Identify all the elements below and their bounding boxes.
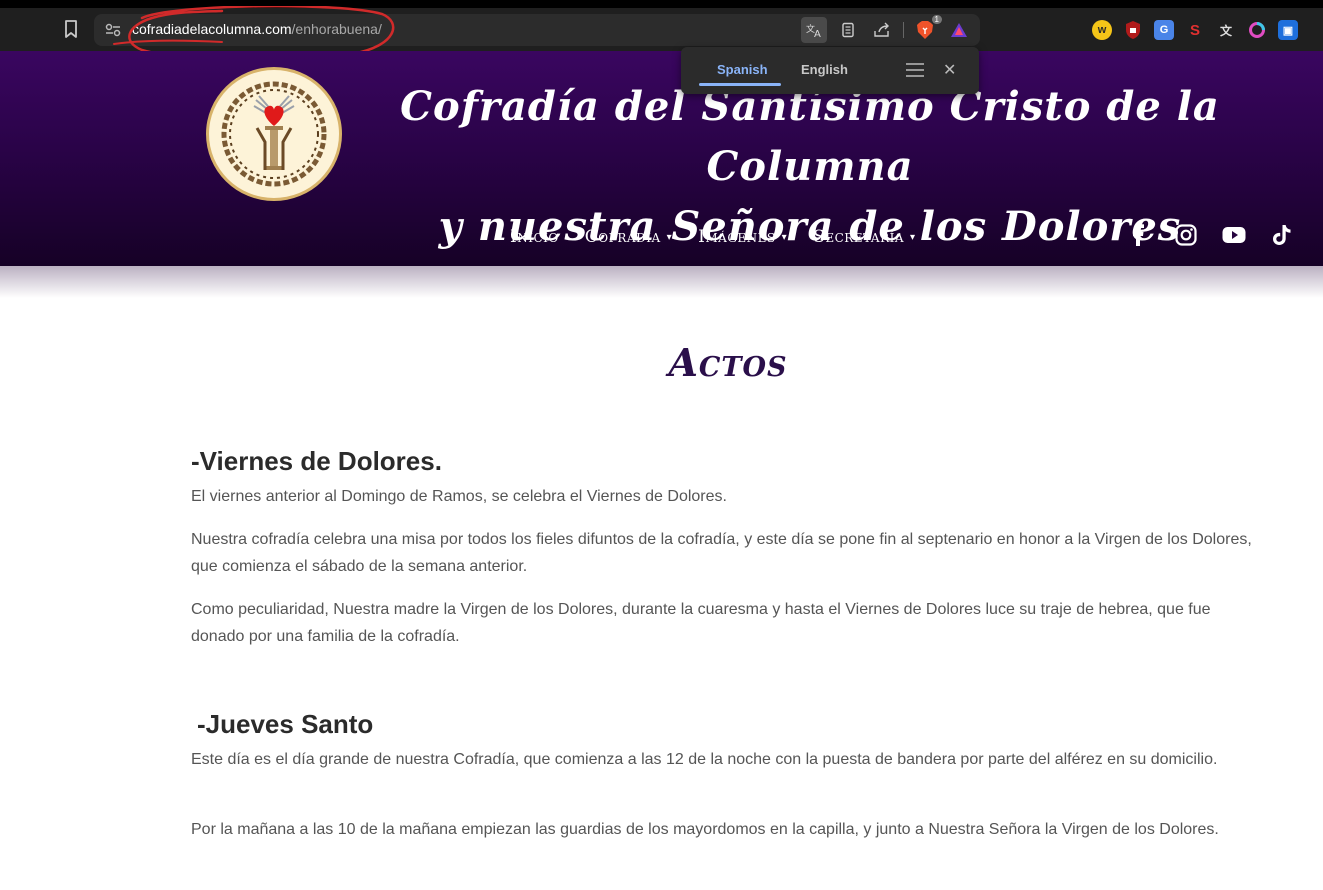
url-path: /enhorabuena/ [291, 21, 382, 37]
reader-mode-button[interactable] [835, 17, 861, 43]
paragraph: Nuestra cofradía celebra una misa por to… [191, 531, 1252, 575]
nav-item-cofradia[interactable]: Cofradía ▾ [585, 227, 672, 247]
extension-color-ring-icon[interactable] [1247, 20, 1267, 40]
paragraph: Por la mañana a las 10 de la mañana empi… [191, 821, 1219, 838]
extension-translate-icon[interactable]: 文 [1216, 20, 1236, 40]
nav-item-imagenes[interactable]: Imágenes ▾ [698, 227, 787, 247]
brave-shields-button[interactable]: 1 [912, 15, 942, 43]
paragraph: El viernes anterior al Domingo de Ramos,… [191, 488, 727, 505]
nav-item-secretaria[interactable]: Secretaría ▾ [813, 227, 915, 247]
share-icon [874, 22, 889, 37]
reader-mode-icon [842, 22, 854, 38]
brave-lion-icon [917, 21, 933, 39]
extensions-row: w G S 文 ▣ [1092, 20, 1298, 40]
chevron-down-icon: ▾ [910, 231, 916, 243]
extension-s-icon[interactable]: S [1185, 20, 1205, 40]
brave-rewards-icon [951, 23, 967, 37]
paragraph: Este día es el día grande de nuestra Cof… [191, 751, 1218, 768]
svg-text:A: A [814, 29, 821, 39]
url-text[interactable]: cofradiadelacolumna.com/enhorabuena/ [132, 21, 382, 37]
site-title-line-1: Cofradía del Santísimo Cristo de la Colu… [400, 83, 1220, 190]
address-bar[interactable]: cofradiadelacolumna.com/enhorabuena/ 文 A [94, 14, 980, 46]
translate-icon: 文 A [806, 23, 821, 39]
url-actions: 文 A 1 [801, 15, 972, 43]
share-button[interactable] [869, 17, 895, 43]
section-title-jueves-santo: -Jueves Santo [197, 709, 374, 739]
translate-button[interactable]: 文 A [801, 17, 827, 43]
nav-item-label: Inicio [510, 227, 559, 247]
ublock-shield-icon[interactable] [1123, 20, 1143, 40]
brave-rewards-button[interactable] [946, 17, 972, 43]
translate-popup: Spanish English ✕ [681, 47, 979, 94]
tab-spanish[interactable]: Spanish [717, 62, 768, 77]
active-tab-indicator [699, 83, 781, 86]
browser-toolbar: cofradiadelacolumna.com/enhorabuena/ 文 A [0, 0, 1323, 51]
brave-badge: 1 [931, 15, 942, 24]
bookmark-icon[interactable] [62, 19, 80, 39]
google-translate-icon[interactable]: G [1154, 20, 1174, 40]
facebook-icon[interactable] [1126, 223, 1150, 247]
nav-item-label: Cofradía [584, 227, 661, 247]
extension-sidebar-icon[interactable]: ▣ [1278, 20, 1298, 40]
youtube-icon[interactable] [1222, 223, 1246, 247]
tiktok-icon[interactable] [1270, 223, 1294, 247]
url-host: cofradiadelacolumna.com [132, 21, 292, 37]
instagram-icon[interactable] [1174, 223, 1198, 247]
close-icon[interactable]: ✕ [943, 60, 956, 79]
social-links [1126, 223, 1294, 247]
section-title-viernes-de-dolores: -Viernes de Dolores. [191, 446, 442, 476]
site-info-icon[interactable] [104, 22, 122, 38]
chevron-down-icon: ▾ [781, 231, 788, 243]
cofradia-logo[interactable] [206, 67, 342, 201]
nav-item-inicio[interactable]: Inicio [510, 227, 559, 247]
crown-of-thorns-emblem-icon [221, 81, 327, 187]
site-header: Cofradía del Santísimo Cristo de la Colu… [0, 51, 1323, 266]
extension-w-icon[interactable]: w [1092, 20, 1112, 40]
nav-item-label: Secretaría [813, 227, 905, 247]
header-shadow [0, 266, 1323, 298]
menu-icon[interactable] [905, 61, 925, 79]
nav-item-label: Imágenes [698, 227, 776, 247]
paragraph: Como peculiaridad, Nuestra madre la Virg… [191, 601, 1211, 645]
main-navigation: Inicio Cofradía ▾ Imágenes ▾ Secretaría … [510, 227, 916, 247]
page-title: Actos [668, 340, 788, 385]
toolbar-separator [903, 22, 904, 38]
chevron-down-icon: ▾ [666, 231, 673, 243]
tab-english[interactable]: English [801, 62, 848, 77]
